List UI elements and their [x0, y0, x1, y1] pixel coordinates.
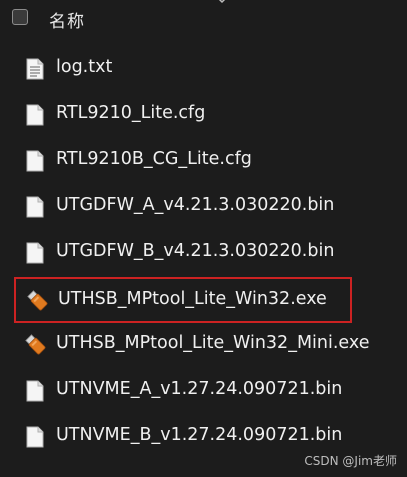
file-row-utgdfw-a-bin[interactable]: UTGDFW_A_v4.21.3.030220.bin: [14, 185, 352, 231]
blank-file-icon: [26, 196, 44, 218]
blank-file-icon: [26, 380, 44, 402]
file-name[interactable]: RTL9210_Lite.cfg: [56, 103, 205, 123]
file-row-uthsb-mptool-lite-win32-mini-exe[interactable]: UTHSB_MPtool_Lite_Win32_Mini.exe: [14, 323, 369, 369]
usb-drive-icon: [27, 290, 48, 311]
file-row-rtl9210b-cg-lite-cfg[interactable]: RTL9210B_CG_Lite.cfg: [14, 139, 352, 185]
blank-file-icon: [26, 104, 44, 126]
sort-caret-icon[interactable]: [216, 0, 228, 4]
blank-file-icon: [26, 150, 44, 172]
blank-file-icon: [26, 426, 44, 448]
text-file-icon: [26, 58, 44, 80]
file-name[interactable]: UTGDFW_A_v4.21.3.030220.bin: [56, 195, 334, 215]
file-name[interactable]: UTHSB_MPtool_Lite_Win32_Mini.exe: [56, 333, 369, 353]
file-name[interactable]: log.txt: [56, 57, 112, 77]
watermark: CSDN @Jim老师: [304, 454, 397, 468]
file-row-rtl9210-lite-cfg[interactable]: RTL9210_Lite.cfg: [14, 93, 352, 139]
file-name[interactable]: UTNVME_B_v1.27.24.090721.bin: [56, 425, 342, 445]
usb-drive-icon: [25, 334, 46, 355]
column-header: 名称: [0, 0, 407, 38]
file-row-utgdfw-b-bin[interactable]: UTGDFW_B_v4.21.3.030220.bin: [14, 231, 352, 277]
select-all-checkbox[interactable]: [12, 9, 28, 25]
file-row-utnvme-b-bin[interactable]: UTNVME_B_v1.27.24.090721.bin: [14, 415, 352, 461]
name-column-header[interactable]: 名称: [49, 7, 85, 32]
file-row-uthsb-mptool-lite-win32-exe[interactable]: UTHSB_MPtool_Lite_Win32.exe: [14, 277, 352, 323]
blank-file-icon: [26, 242, 44, 264]
file-row-utnvme-a-bin[interactable]: UTNVME_A_v1.27.24.090721.bin: [14, 369, 352, 415]
file-name[interactable]: UTHSB_MPtool_Lite_Win32.exe: [58, 289, 327, 309]
file-name[interactable]: UTNVME_A_v1.27.24.090721.bin: [56, 379, 342, 399]
file-name[interactable]: RTL9210B_CG_Lite.cfg: [56, 149, 252, 169]
file-name[interactable]: UTGDFW_B_v4.21.3.030220.bin: [56, 241, 334, 261]
file-row-log-txt[interactable]: log.txt: [14, 47, 352, 93]
